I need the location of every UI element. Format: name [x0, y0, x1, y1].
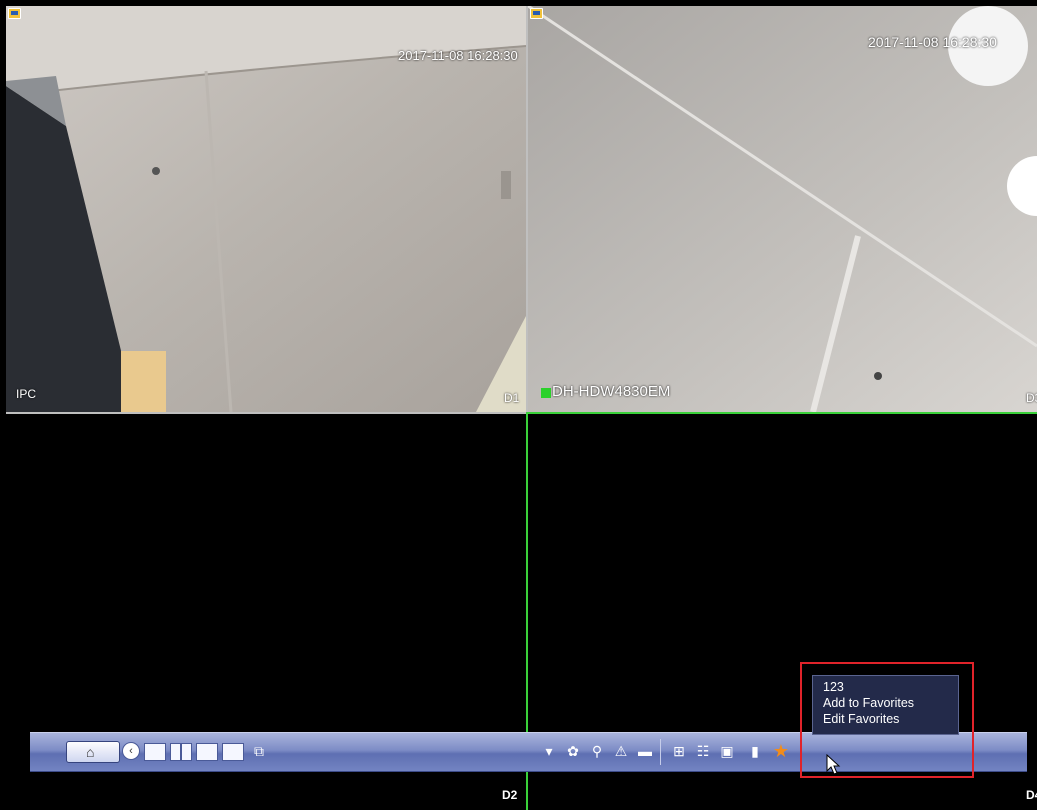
camera-label-d1: IPC: [16, 387, 37, 401]
camera-feed-d3: [528, 6, 1037, 412]
selected-pane-border: [528, 412, 1037, 414]
eight-view-icon[interactable]: [196, 743, 218, 761]
alarm-icon[interactable]: ⚠: [612, 743, 630, 759]
camera-feed-d1: [6, 6, 526, 412]
nine-view-icon[interactable]: [222, 743, 244, 761]
single-view-icon[interactable]: [144, 743, 166, 761]
usb-icon[interactable]: ▮: [746, 743, 764, 759]
back-button[interactable]: ‹: [122, 742, 140, 760]
toolbar-separator: [660, 739, 661, 765]
record-indicator-icon: [541, 388, 551, 398]
layout-icon[interactable]: ⧉: [250, 743, 268, 759]
channel-id-d4: D4: [1026, 788, 1037, 802]
favorites-star-icon[interactable]: ★: [772, 742, 790, 760]
channel-status-icon: [530, 8, 543, 19]
mouse-cursor-icon: [826, 754, 841, 775]
channel-d3-pane[interactable]: 2017-11-08 16:28:30 DH-HDW4830EM D3: [528, 6, 1037, 412]
channel-id-d3: D3: [1026, 391, 1037, 405]
quad-view-icon[interactable]: [170, 743, 192, 761]
timestamp-d3: 2017-11-08 16:28:30: [868, 34, 997, 50]
channel-status-icon: [8, 8, 21, 19]
search-icon[interactable]: ⚲: [588, 743, 606, 759]
color-icon[interactable]: ✿: [564, 743, 582, 759]
channel-id-d2: D2: [502, 788, 518, 802]
camera-icon[interactable]: ▬: [636, 743, 654, 759]
channel-id-d1: D1: [504, 391, 520, 405]
home-icon: ⌂: [86, 744, 95, 760]
settings-icon[interactable]: ☷: [694, 743, 712, 759]
channel-d1-pane[interactable]: 2017-11-08 16:28:30 IPC D1: [6, 6, 526, 412]
ptz-icon[interactable]: ▾: [540, 743, 558, 759]
grid-divider: [6, 412, 526, 414]
hdd-icon[interactable]: ▣: [718, 743, 736, 759]
network-icon[interactable]: ⊞: [670, 743, 688, 759]
camera-label-d3: DH-HDW4830EM: [552, 383, 671, 400]
timestamp-d1: 2017-11-08 16:28:30: [398, 48, 518, 63]
home-button[interactable]: ⌂: [66, 741, 120, 763]
